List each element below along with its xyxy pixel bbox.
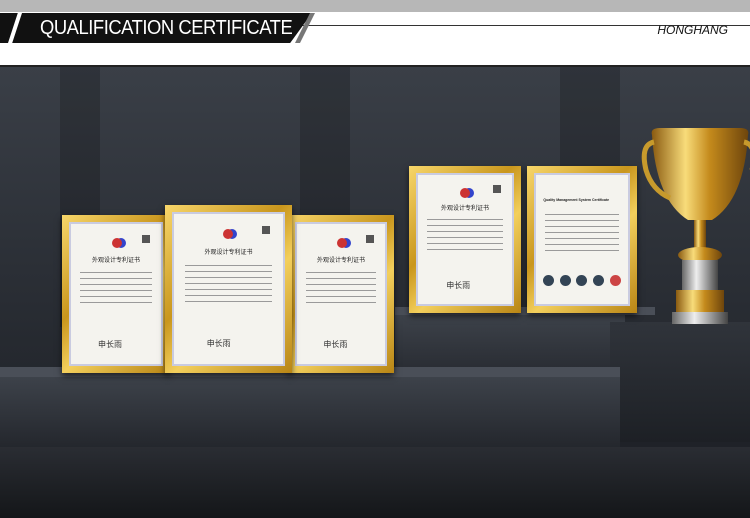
certificate-frame: 外观设计专利证书 申长雨 (165, 205, 292, 373)
page-title: QUALIFICATION CERTIFICATE (40, 17, 293, 39)
top-band (0, 0, 750, 12)
qr-code-icon (261, 226, 270, 234)
qr-code-icon (142, 235, 151, 244)
certification-seals (543, 274, 621, 286)
patent-logo-icon (336, 238, 347, 248)
red-seal-icon (609, 274, 621, 286)
certificate-frame: 外观设计专利证书 申长雨 (288, 215, 394, 373)
brand-name: HONGHANG (657, 23, 728, 37)
patent-logo-icon (223, 229, 234, 239)
patent-logo-icon (460, 187, 471, 198)
qr-code-icon (543, 274, 555, 286)
ias-logo-icon (576, 274, 588, 286)
certificate-frame: Quality Management System Certificate (527, 166, 637, 313)
trophy-icon (641, 128, 750, 324)
certificate-frame: 外观设计专利证书 申长雨 (62, 215, 170, 373)
iaf-logo-icon (559, 274, 571, 286)
patent-logo-icon (111, 238, 122, 248)
qr-code-icon (366, 235, 375, 244)
certificate-frame: 外观设计专利证书 申长雨 (409, 166, 521, 313)
qr-code-icon (492, 185, 501, 194)
check-logo-icon (593, 274, 605, 286)
